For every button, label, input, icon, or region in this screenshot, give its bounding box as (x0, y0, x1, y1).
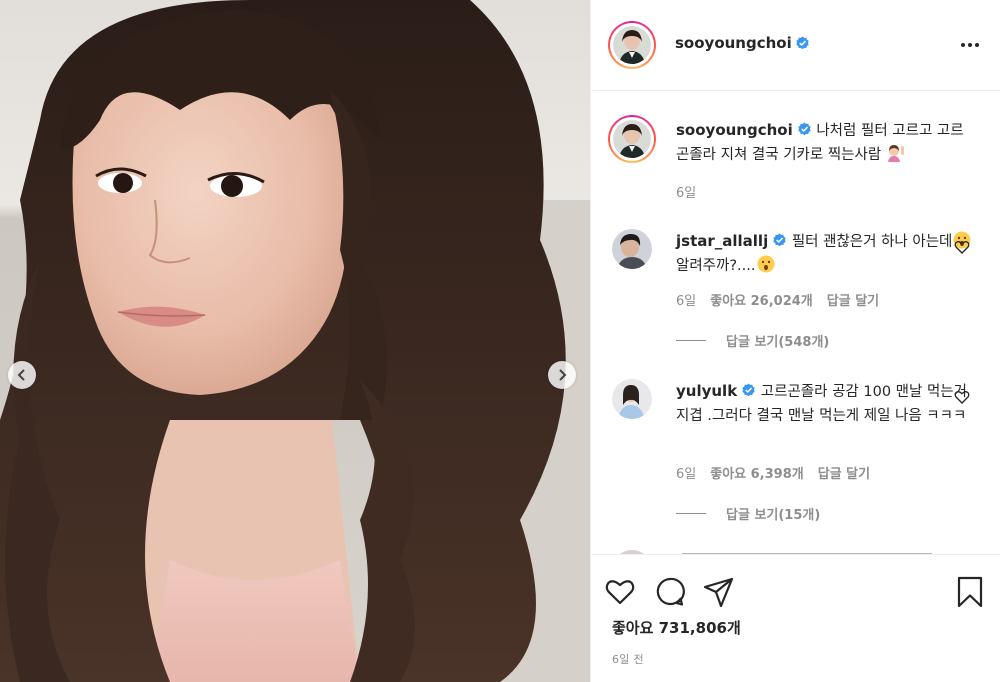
caption-text: sooyoungchoi 나처럼 필터 고르고 고르곤졸라 지쳐 결국 기카로 … (676, 118, 976, 167)
woman-raising-hand-emoji-icon (887, 145, 904, 162)
post-side-panel: sooyoungchoi sooyoungchoi 나처럼 필터 고르고 고르곤… (591, 0, 1000, 682)
view-replies-label: 답글 보기(548개) (726, 335, 830, 350)
comment-like-heart-icon[interactable] (954, 389, 970, 405)
caption-avatar[interactable] (608, 115, 656, 163)
verified-badge-icon (796, 36, 809, 50)
post-photo[interactable] (0, 0, 591, 682)
profile-avatar[interactable] (608, 21, 656, 69)
comment-meta: 6일 좋아요 6,398개 답글 달기 (676, 463, 870, 482)
comment-text: yulyulk 고르곤졸라 공감 100 맨날 먹는거 지겹 .그러다 결국 맨… (676, 379, 976, 428)
caption-meta: 6일 (676, 182, 696, 201)
comment-username[interactable]: yulyulk (676, 382, 737, 400)
post-header: sooyoungchoi (591, 0, 1000, 91)
view-replies-button[interactable]: 답글 보기(548개) (676, 331, 829, 350)
bookmark-icon[interactable] (953, 575, 987, 609)
comment-bubble-icon[interactable] (653, 575, 687, 609)
comment-username[interactable]: jstar_allallj (676, 232, 768, 250)
comment-time[interactable]: 6일 (676, 463, 696, 482)
verified-badge-icon (798, 122, 811, 136)
share-paper-plane-icon[interactable] (702, 575, 736, 609)
reply-button[interactable]: 답글 달기 (827, 290, 879, 309)
comment-body-part1: 필터 괜찮은거 하나 아는데 (791, 234, 953, 250)
comment-like-heart-icon[interactable] (954, 239, 970, 255)
header-username[interactable]: sooyoungchoi (675, 34, 792, 52)
verified-badge-icon (742, 383, 755, 397)
more-options-button[interactable] (961, 43, 979, 47)
previous-photo-button[interactable] (8, 361, 36, 389)
post-likes-count[interactable]: 좋아요 731,806개 (612, 617, 741, 638)
comments-list[interactable]: sooyoungchoi 나처럼 필터 고르고 고르곤졸라 지쳐 결국 기카로 … (591, 92, 1000, 554)
chevron-left-icon (17, 369, 25, 381)
instagram-post: sooyoungchoi sooyoungchoi 나처럼 필터 고르고 고르곤… (0, 0, 1000, 682)
comment-text: jstar_allallj 필터 괜찮은거 하나 아는데알려주까?.... (676, 229, 976, 278)
next-photo-button[interactable] (548, 361, 576, 389)
caption-username[interactable]: sooyoungchoi (676, 121, 793, 139)
avatar-image (613, 26, 651, 64)
avatar-image (613, 120, 651, 158)
comment-likes[interactable]: 좋아요 6,398개 (710, 463, 804, 482)
view-replies-label: 답글 보기(15개) (726, 508, 821, 523)
post-date[interactable]: 6일 전 (612, 651, 644, 667)
selfie-image (0, 0, 590, 682)
like-heart-icon[interactable] (603, 575, 637, 609)
comment-body-part2: 알려주까?.... (676, 258, 756, 274)
verified-badge-icon (773, 233, 786, 247)
caption-time[interactable]: 6일 (676, 182, 696, 201)
astonished-face-emoji-icon (757, 255, 774, 273)
reply-button[interactable]: 답글 달기 (818, 463, 870, 482)
view-replies-button[interactable]: 답글 보기(15개) (676, 504, 820, 523)
comment-time[interactable]: 6일 (676, 290, 696, 309)
comment-likes[interactable]: 좋아요 26,024개 (710, 290, 813, 309)
chevron-right-icon (559, 369, 567, 381)
comment-meta: 6일 좋아요 26,024개 답글 달기 (676, 290, 879, 309)
commenter-avatar[interactable] (612, 379, 652, 419)
post-actions: 좋아요 731,806개 6일 전 (591, 554, 1000, 682)
commenter-avatar[interactable] (612, 229, 652, 269)
